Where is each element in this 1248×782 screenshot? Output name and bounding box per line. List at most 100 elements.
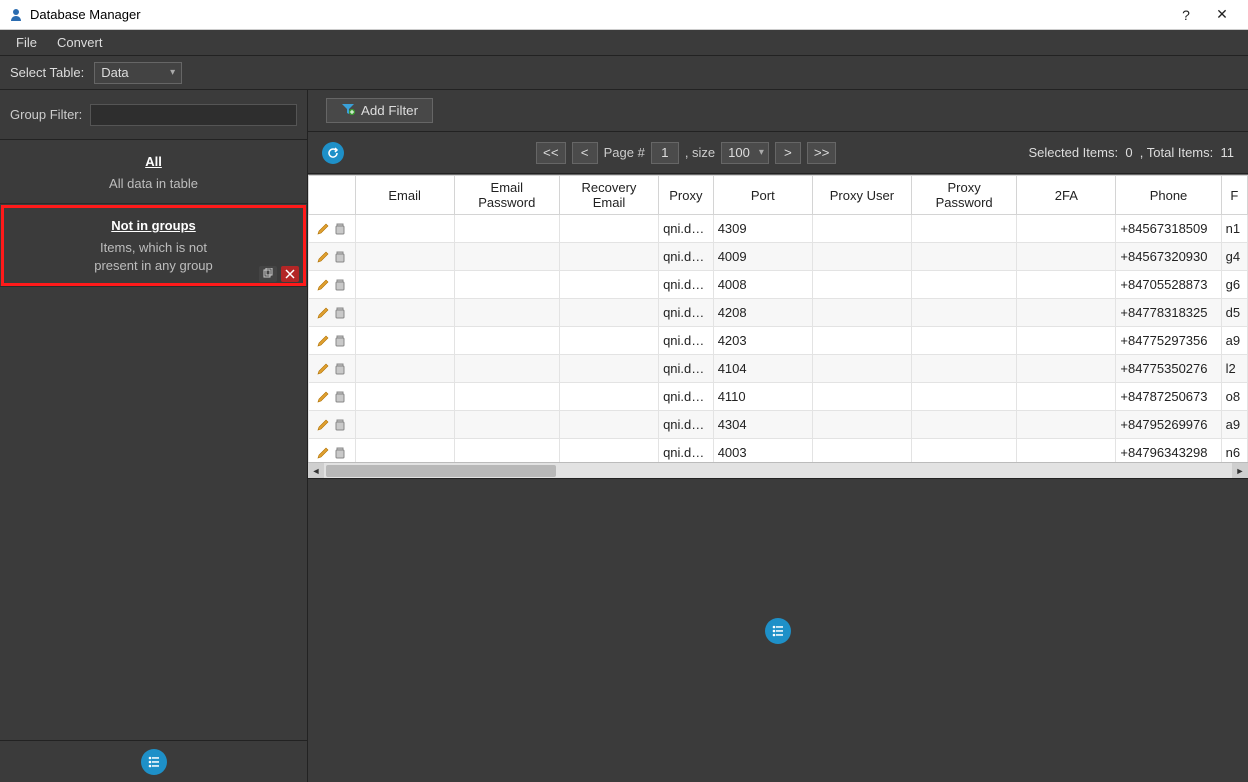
trash-icon[interactable] xyxy=(333,418,347,432)
pager-page-input[interactable] xyxy=(651,142,679,164)
select-table-label: Select Table: xyxy=(10,65,84,80)
trash-icon[interactable] xyxy=(333,222,347,236)
menu-file[interactable]: File xyxy=(6,33,47,52)
cell-proxy-user xyxy=(812,411,911,439)
col-actions[interactable] xyxy=(309,176,356,215)
cell-email xyxy=(355,327,454,355)
pager-last-button[interactable]: >> xyxy=(807,142,837,164)
col-recovery-email[interactable]: Recovery Email xyxy=(559,176,658,215)
cell-recovery-email xyxy=(559,215,658,243)
cell-proxy-user xyxy=(812,271,911,299)
col-phone[interactable]: Phone xyxy=(1116,176,1221,215)
col-email[interactable]: Email xyxy=(355,176,454,215)
cell-phone: +84567318509 xyxy=(1116,215,1221,243)
col-last[interactable]: F xyxy=(1221,176,1247,215)
table-toolbar: << < Page # , size 100 ▾ > >> Selected I… xyxy=(308,132,1248,174)
horizontal-scrollbar[interactable]: ◄ ► xyxy=(308,462,1248,478)
edit-icon[interactable] xyxy=(316,278,330,292)
col-email-password[interactable]: Email Password xyxy=(454,176,559,215)
pager-prev-button[interactable]: < xyxy=(572,142,598,164)
table-row[interactable]: qni.d…4304+84795269976a9 xyxy=(309,411,1248,439)
cell-last: o8 xyxy=(1221,383,1247,411)
delete-icon[interactable] xyxy=(281,266,299,282)
sidebar-bottom-bar xyxy=(0,740,308,782)
trash-icon[interactable] xyxy=(333,362,347,376)
col-2fa[interactable]: 2FA xyxy=(1017,176,1116,215)
scroll-thumb[interactable] xyxy=(326,465,556,477)
select-table-dropdown[interactable]: Data ▾ xyxy=(94,62,182,84)
add-filter-label: Add Filter xyxy=(361,103,418,118)
scroll-right-arrow-icon[interactable]: ► xyxy=(1232,463,1248,478)
table-row[interactable]: qni.d…4208+84778318325d5 xyxy=(309,299,1248,327)
table-row[interactable]: qni.d…4008+84705528873g6 xyxy=(309,271,1248,299)
pager-summary: Selected Items: 0 , Total Items: 11 xyxy=(1028,145,1234,160)
table-row[interactable]: qni.d…4009+84567320930g4 xyxy=(309,243,1248,271)
pager-first-button[interactable]: << xyxy=(536,142,566,164)
table-row[interactable]: qni.d…4104+84775350276l2 xyxy=(309,355,1248,383)
trash-icon[interactable] xyxy=(333,446,347,460)
row-actions xyxy=(309,355,356,383)
col-proxy-user[interactable]: Proxy User xyxy=(812,176,911,215)
cell-proxy-password xyxy=(912,299,1017,327)
trash-icon[interactable] xyxy=(333,334,347,348)
list-icon[interactable] xyxy=(765,618,791,644)
add-filter-button[interactable]: Add Filter xyxy=(326,98,433,123)
copy-icon[interactable] xyxy=(259,266,277,282)
edit-icon[interactable] xyxy=(316,222,330,236)
cell-2fa xyxy=(1017,383,1116,411)
edit-icon[interactable] xyxy=(316,250,330,264)
cell-proxy-user xyxy=(812,383,911,411)
row-actions xyxy=(309,215,356,243)
table-row[interactable]: qni.d…4203+84775297356a9 xyxy=(309,327,1248,355)
group-card-all[interactable]: All All data in table xyxy=(0,140,307,204)
pager-next-button[interactable]: > xyxy=(775,142,801,164)
col-proxy-password[interactable]: Proxy Password xyxy=(912,176,1017,215)
cell-email-password xyxy=(454,411,559,439)
table-row[interactable]: qni.d…4110+84787250673o8 xyxy=(309,383,1248,411)
titlebar: Database Manager ? ✕ xyxy=(0,0,1248,30)
trash-icon[interactable] xyxy=(333,278,347,292)
cell-email xyxy=(355,271,454,299)
cell-recovery-email xyxy=(559,355,658,383)
pager-page-label: Page # xyxy=(604,145,645,160)
cell-proxy-user xyxy=(812,215,911,243)
cell-2fa xyxy=(1017,243,1116,271)
cell-proxy-user xyxy=(812,299,911,327)
cell-phone: +84705528873 xyxy=(1116,271,1221,299)
edit-icon[interactable] xyxy=(316,362,330,376)
edit-icon[interactable] xyxy=(316,334,330,348)
cell-proxy-user xyxy=(812,243,911,271)
pager-size-label: , size xyxy=(685,145,715,160)
cell-recovery-email xyxy=(559,243,658,271)
group-filter-label: Group Filter: xyxy=(10,107,82,122)
cell-phone: +84787250673 xyxy=(1116,383,1221,411)
cell-2fa xyxy=(1017,299,1116,327)
list-icon[interactable] xyxy=(141,749,167,775)
chevron-down-icon: ▾ xyxy=(170,67,175,78)
menu-convert[interactable]: Convert xyxy=(47,33,113,52)
refresh-button[interactable] xyxy=(322,142,344,164)
trash-icon[interactable] xyxy=(333,390,347,404)
col-port[interactable]: Port xyxy=(713,176,812,215)
cell-proxy-password xyxy=(912,243,1017,271)
close-button[interactable]: ✕ xyxy=(1204,6,1240,23)
trash-icon[interactable] xyxy=(333,250,347,264)
cell-proxy-password xyxy=(912,355,1017,383)
cell-phone: +84795269976 xyxy=(1116,411,1221,439)
edit-icon[interactable] xyxy=(316,446,330,460)
group-title: Not in groups xyxy=(10,218,297,233)
edit-icon[interactable] xyxy=(316,418,330,432)
select-table-value: Data xyxy=(101,65,128,80)
group-card-not-in-groups[interactable]: Not in groups Items, which is not presen… xyxy=(0,204,307,286)
trash-icon[interactable] xyxy=(333,306,347,320)
edit-icon[interactable] xyxy=(316,390,330,404)
group-filter-input[interactable] xyxy=(90,104,297,126)
scroll-left-arrow-icon[interactable]: ◄ xyxy=(308,463,324,478)
pager-size-select[interactable]: 100 ▾ xyxy=(721,142,769,164)
cell-port: 4208 xyxy=(713,299,812,327)
table-row[interactable]: qni.d…4309+84567318509n1 xyxy=(309,215,1248,243)
col-proxy[interactable]: Proxy xyxy=(659,176,714,215)
cell-email xyxy=(355,299,454,327)
edit-icon[interactable] xyxy=(316,306,330,320)
help-button[interactable]: ? xyxy=(1168,7,1204,23)
